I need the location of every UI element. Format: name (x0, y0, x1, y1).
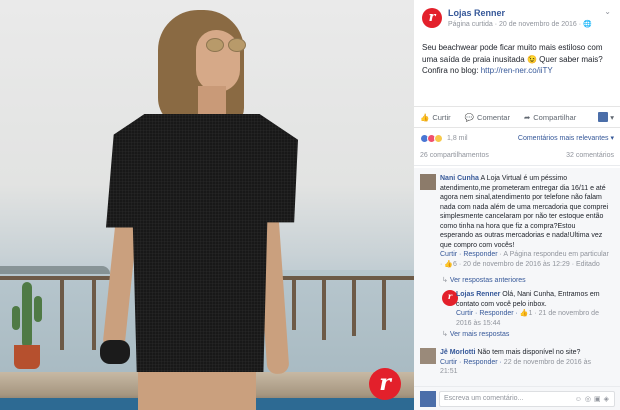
wow-reaction-icon[interactable] (434, 133, 443, 143)
chevron-down-icon[interactable]: ⌄ (604, 7, 611, 16)
cactus-arm (34, 296, 42, 322)
avatar (598, 112, 609, 122)
view-more-replies-link[interactable]: ↳ Ver mais respostas (442, 330, 509, 338)
comment-text: A Loja Virtual é um péssimo atendimento,… (440, 175, 609, 249)
pier-post (382, 280, 386, 330)
pier-rail (280, 276, 414, 280)
thumbs-up-icon: 👍 (519, 310, 529, 317)
reaction-summary: 1,8 mil Comentários mais relevantes ▾ (414, 129, 620, 147)
commenter-name[interactable]: Lojas Renner (456, 291, 500, 298)
comment-attachment-icons[interactable]: ☺◎▣◈ (575, 395, 612, 403)
pier-post (92, 280, 96, 350)
comments-count[interactable]: 32 comentários (566, 152, 614, 165)
reaction-count[interactable]: 1,8 mil (447, 135, 468, 142)
comment-icon: 💬 (464, 112, 475, 122)
like-reply-links[interactable]: Curtir · Responder (440, 251, 498, 258)
post-photo[interactable]: r (0, 0, 414, 410)
comment-body: Nani Cunha A Loja Virtual é um péssimo a… (440, 174, 610, 269)
renner-logo-watermark: r (369, 368, 401, 400)
post-meta: Página curtida · 20 de novembro de 2016 … (448, 21, 592, 28)
cactus-arm (12, 306, 20, 330)
share-label: Compartilhar (533, 112, 577, 122)
view-previous-replies-link[interactable]: ↳ Ver respostas anteriores (442, 276, 526, 284)
comment-actions: Curtir · Responder · A Página respondeu … (440, 251, 609, 268)
avatar (420, 391, 436, 407)
comments-section: Nani Cunha A Loja Virtual é um péssimo a… (414, 168, 620, 386)
woman-legs (138, 370, 256, 410)
page-avatar[interactable]: r (422, 8, 442, 28)
view-previous-replies-label: Ver respostas anteriores (449, 277, 526, 284)
reply-arrow-icon: ↳ (442, 277, 450, 284)
thumbs-up-icon: 👍 (444, 260, 453, 268)
blog-link[interactable]: http://ren-ner.co/iiTY (481, 66, 553, 75)
page-name[interactable]: Lojas Renner (448, 8, 505, 18)
commenter-name[interactable]: Nani Cunha (440, 175, 479, 182)
comment-body: Lojas Renner Olá, Nani Cunha, Entramos e… (456, 290, 606, 328)
sunglasses (206, 38, 250, 52)
post-header: r Lojas Renner Página curtida · 20 de no… (414, 0, 620, 34)
comment-actions: Curtir · Responder · 22 de novembro de 2… (440, 359, 591, 376)
comment-sort-dropdown[interactable]: Comentários mais relevantes ▾ (518, 134, 614, 142)
cactus (22, 282, 32, 348)
shares-count[interactable]: 26 compartilhamentos (420, 152, 489, 165)
comment-actions: Curtir · Responder · 👍1 · 21 de novembro… (456, 310, 599, 327)
thumbs-up-icon: 👍 (420, 112, 430, 122)
pier-post (352, 280, 356, 336)
pier-post (322, 280, 326, 340)
share-button[interactable]: ➦ Compartilhar (524, 113, 576, 122)
post-text: Seu beachwear pode ficar muito mais esti… (414, 34, 620, 104)
comment-body: Jê Morlotti Não tem mais disponível no s… (440, 348, 610, 377)
like-label: Curtir (432, 112, 451, 122)
bottle (100, 340, 130, 364)
commenter-name[interactable]: Jê Morlotti (440, 349, 475, 356)
avatar[interactable] (420, 174, 436, 190)
pier-post (60, 280, 64, 350)
like-reply-links[interactable]: Curtir · Responder · (440, 359, 504, 366)
comment-date[interactable]: · 20 de novembro de 2016 às 12:29 · (457, 261, 576, 268)
pier-post (292, 280, 296, 330)
edited-label[interactable]: Editado (576, 261, 600, 268)
plant-pot (14, 345, 40, 369)
distant-hill (0, 266, 110, 274)
avatar[interactable] (420, 348, 436, 364)
post-sidebar: r Lojas Renner Página curtida · 20 de no… (414, 0, 620, 410)
share-icon: ➦ (523, 112, 531, 122)
comment-label: Comentar (477, 112, 510, 122)
like-button[interactable]: 👍 Curtir (420, 113, 451, 122)
post-as-selector[interactable]: ▾ (598, 112, 614, 122)
like-reply-links[interactable]: Curtir · Responder · (456, 310, 520, 317)
write-comment-bar: Escreva um comentário... ☺◎▣◈ (414, 386, 620, 410)
post-actions: 👍 Curtir 💬 Comentar ➦ Compartilhar ▾ (414, 106, 620, 128)
comment-button[interactable]: 💬 Comentar (465, 113, 510, 122)
comment-text: Não tem mais disponível no site? (475, 349, 581, 356)
engagement-counts: 26 compartilhamentos 32 comentários (414, 152, 620, 166)
view-more-replies-label: Ver mais respostas (449, 331, 510, 338)
reply-arrow-icon: ↳ (442, 331, 450, 338)
chevron-down-icon: ▾ (610, 112, 614, 122)
